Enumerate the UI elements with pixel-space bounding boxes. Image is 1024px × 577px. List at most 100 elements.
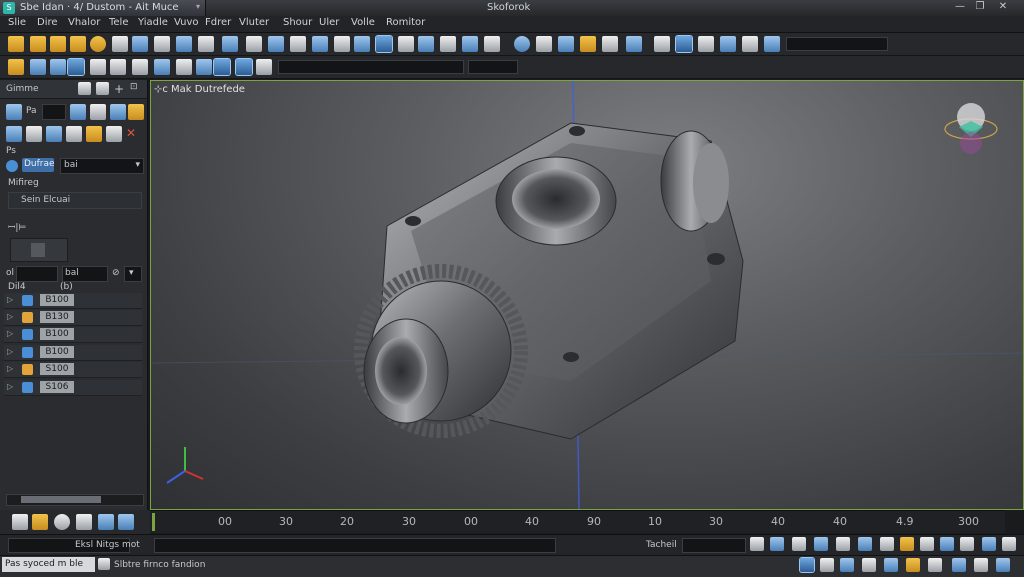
modifier-a-icon[interactable] bbox=[6, 126, 22, 142]
curve-editor-icon[interactable] bbox=[398, 36, 414, 52]
viewport[interactable] bbox=[150, 80, 1024, 510]
swatch-preview[interactable] bbox=[10, 238, 68, 262]
status-tool-f-icon[interactable] bbox=[906, 558, 920, 572]
panel-menu-icon[interactable]: ⊡ bbox=[130, 82, 138, 92]
bind-icon[interactable] bbox=[90, 59, 106, 75]
shape-tab-icon[interactable] bbox=[70, 104, 86, 120]
scale-tool-icon[interactable] bbox=[70, 36, 86, 52]
utilities-icon[interactable] bbox=[514, 36, 530, 52]
expand-arrow-icon[interactable]: ▷ bbox=[7, 347, 13, 356]
expand-arrow-icon[interactable]: ▷ bbox=[7, 329, 13, 338]
nav-zoom-icon[interactable] bbox=[792, 537, 806, 551]
panel-icon-b[interactable] bbox=[96, 82, 109, 95]
render-setup-icon[interactable] bbox=[334, 36, 350, 52]
time-config-icon[interactable] bbox=[118, 514, 134, 530]
light-tool-icon[interactable] bbox=[654, 36, 670, 52]
nav-fov-icon[interactable] bbox=[836, 537, 850, 551]
camera-tool-icon[interactable] bbox=[626, 36, 642, 52]
type-dropdown[interactable]: bai ▾ bbox=[60, 158, 144, 174]
nav-walk-icon[interactable] bbox=[880, 537, 894, 551]
section-button[interactable]: Sein Elcuai bbox=[8, 192, 142, 209]
camera-tab-icon[interactable] bbox=[110, 104, 126, 120]
key-value[interactable]: B100 bbox=[40, 328, 74, 340]
mirror-tool-icon[interactable] bbox=[176, 36, 192, 52]
anim-right-field[interactable]: bal bbox=[62, 266, 108, 282]
modifier-f-icon[interactable] bbox=[106, 126, 122, 142]
key-row[interactable]: ▷ B130 bbox=[4, 310, 142, 326]
named-set-field[interactable] bbox=[468, 60, 518, 74]
pen-tool-icon[interactable] bbox=[676, 36, 692, 52]
menu-item-10[interactable]: Uler bbox=[319, 17, 339, 28]
sphere-tool-icon[interactable] bbox=[90, 36, 106, 52]
undo-icon[interactable] bbox=[8, 59, 24, 75]
light-tab-icon[interactable] bbox=[90, 104, 106, 120]
motion-icon[interactable] bbox=[462, 36, 478, 52]
type-button[interactable]: Dufrae bbox=[22, 158, 55, 172]
nav-pan-icon[interactable] bbox=[750, 537, 764, 551]
zoom-tool-icon[interactable] bbox=[290, 36, 306, 52]
key-value[interactable]: S106 bbox=[40, 381, 74, 393]
snap-toggle-icon[interactable] bbox=[214, 59, 230, 75]
menu-item-6[interactable]: Vuvo bbox=[174, 17, 199, 28]
status-tool-a-icon[interactable] bbox=[800, 558, 814, 572]
key-value[interactable]: B100 bbox=[40, 294, 74, 306]
anim-field[interactable] bbox=[16, 266, 58, 282]
modifier-d-icon[interactable] bbox=[66, 126, 82, 142]
status-tool-b-icon[interactable] bbox=[820, 558, 834, 572]
space-warp-icon[interactable] bbox=[742, 36, 758, 52]
key-row[interactable]: ▷ B100 bbox=[4, 293, 142, 309]
menu-item-2[interactable]: Dire bbox=[37, 17, 58, 28]
modifier-b-icon[interactable] bbox=[26, 126, 42, 142]
panel-icon-a[interactable] bbox=[78, 82, 91, 95]
key-row[interactable]: ▷ B100 bbox=[4, 327, 142, 343]
menu-item-9[interactable]: Shour bbox=[283, 17, 312, 28]
percent-snap-icon[interactable] bbox=[256, 59, 272, 75]
nav-orbit-icon[interactable] bbox=[770, 537, 784, 551]
nav-min-max-icon[interactable] bbox=[960, 537, 974, 551]
key-row[interactable]: ▷ S100 bbox=[4, 362, 142, 378]
status-tool-g-icon[interactable] bbox=[928, 558, 942, 572]
nav-settings-icon[interactable] bbox=[1002, 537, 1016, 551]
close-button[interactable]: ✕ bbox=[995, 1, 1011, 13]
nav-roll-icon[interactable] bbox=[900, 537, 914, 551]
status-tool-h-icon[interactable] bbox=[952, 558, 966, 572]
key-dropdown[interactable]: ▾ bbox=[124, 266, 142, 282]
maxscript-mini-listener[interactable]: Pas syoced m ble bbox=[2, 557, 95, 572]
move-tool-icon[interactable] bbox=[30, 36, 46, 52]
menu-item-4[interactable]: Tele bbox=[109, 17, 129, 28]
window-crossing-icon[interactable] bbox=[176, 59, 192, 75]
modifier-e-icon[interactable] bbox=[86, 126, 102, 142]
helper-tab-icon[interactable] bbox=[128, 104, 144, 120]
curve-tool-icon[interactable] bbox=[268, 36, 284, 52]
nav-zoom-all-icon[interactable] bbox=[814, 537, 828, 551]
rotate-tool-icon[interactable] bbox=[50, 36, 66, 52]
key-mode-icon[interactable] bbox=[12, 514, 28, 530]
mode-field[interactable] bbox=[42, 104, 66, 120]
play-icon[interactable] bbox=[54, 514, 70, 530]
create-tab-icon[interactable] bbox=[6, 104, 22, 120]
panel-scrollbar[interactable] bbox=[6, 494, 144, 506]
align-tool-icon[interactable] bbox=[198, 36, 214, 52]
helper-tool-icon[interactable] bbox=[720, 36, 736, 52]
angle-snap-icon[interactable] bbox=[236, 59, 252, 75]
status-tool-c-icon[interactable] bbox=[840, 558, 854, 572]
status-tool-e-icon[interactable] bbox=[884, 558, 898, 572]
menu-item-1[interactable]: Slie bbox=[8, 17, 26, 28]
next-key-icon[interactable] bbox=[98, 514, 114, 530]
box-tool-icon[interactable] bbox=[580, 36, 596, 52]
maximize-button[interactable]: ❐ bbox=[972, 1, 988, 13]
unlink-icon[interactable] bbox=[68, 59, 84, 75]
copy-tool-icon[interactable] bbox=[112, 36, 128, 52]
time-slider[interactable] bbox=[152, 513, 155, 531]
group-tool-icon[interactable] bbox=[154, 36, 170, 52]
key-value[interactable]: B100 bbox=[40, 346, 74, 358]
loop-icon[interactable] bbox=[76, 514, 92, 530]
modifier-c-icon[interactable] bbox=[46, 126, 62, 142]
selection-set-field[interactable] bbox=[278, 60, 464, 74]
material-tool-icon[interactable] bbox=[312, 36, 328, 52]
modifier-icon[interactable] bbox=[418, 36, 434, 52]
select-tool-icon[interactable] bbox=[8, 36, 24, 52]
tab-dropdown-icon[interactable]: ▾ bbox=[196, 2, 200, 11]
script-listener-field[interactable]: Eksl Nitgs mot bbox=[8, 538, 140, 553]
key-value[interactable]: S100 bbox=[40, 363, 74, 375]
